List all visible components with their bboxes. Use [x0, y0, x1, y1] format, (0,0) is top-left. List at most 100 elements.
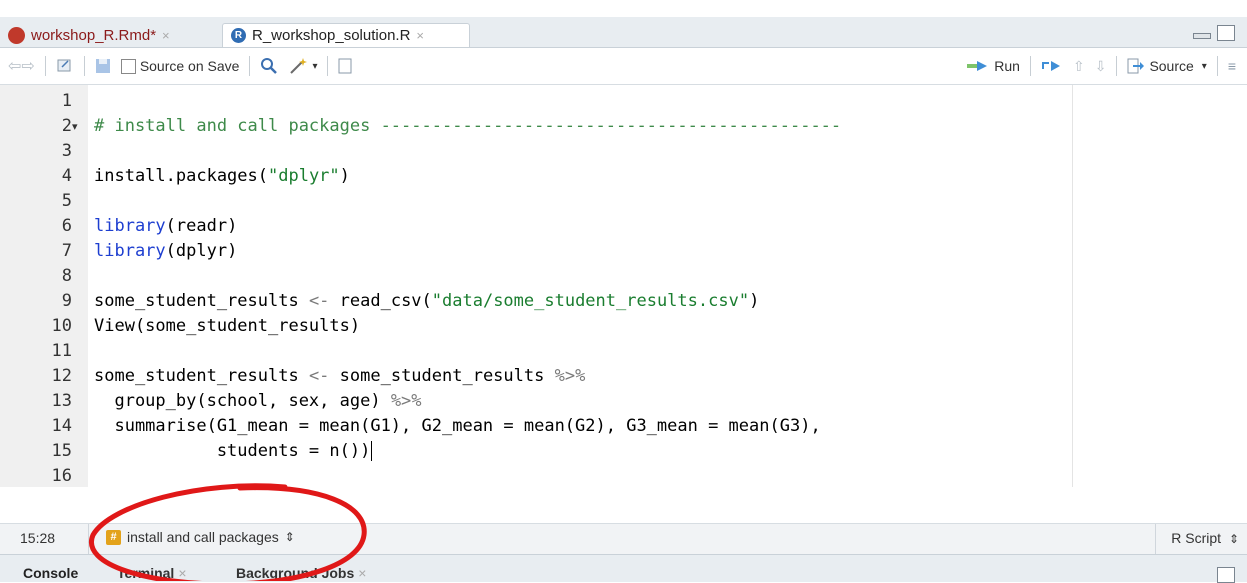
margin-line — [1072, 85, 1073, 487]
line-number: 3 — [61, 141, 72, 161]
line-number: 13 — [51, 391, 72, 411]
code-text: some_student_results — [94, 291, 309, 311]
tab-r-workshop-solution[interactable]: R R_workshop_solution.R × — [222, 23, 470, 47]
toolbar-divider — [1216, 56, 1218, 76]
code-line: library(readr) — [94, 216, 237, 236]
status-divider — [1155, 524, 1156, 554]
code-text: summarise(G1_mean = mean(G1), G2_mean = … — [94, 416, 821, 436]
close-icon[interactable]: × — [416, 28, 424, 43]
code-tools-wand-icon[interactable]: ▾ — [283, 57, 322, 75]
tab-label: workshop_R.Rmd* — [31, 26, 157, 44]
close-icon[interactable]: × — [358, 565, 366, 581]
code-string: "dplyr" — [268, 166, 340, 186]
code-text: read_csv( — [329, 291, 432, 311]
back-forward-icon[interactable]: ⇦⇨ — [0, 56, 40, 76]
line-number: 1 — [61, 91, 72, 111]
console-tab-bar: Console Terminal × Background Jobs × — [0, 554, 1247, 583]
line-number: 6 — [61, 216, 72, 236]
r-file-icon: R — [231, 28, 246, 43]
document-outline-icon[interactable]: ≡ — [1223, 58, 1241, 74]
file-type-selector[interactable]: R Script ⇕ — [1171, 530, 1239, 546]
run-label: Run — [994, 58, 1020, 74]
rmarkdown-file-icon — [8, 26, 25, 44]
close-icon[interactable]: × — [178, 565, 186, 581]
compile-report-icon[interactable] — [333, 58, 357, 74]
section-label: install and call packages — [127, 529, 279, 545]
code-text: (dplyr) — [165, 241, 238, 261]
editor-toolbar: ⇦⇨ Source on Save ▾ Run ⇧ ⇩ Source ▾ ≡ — [0, 48, 1247, 85]
tab-label: Terminal — [117, 565, 175, 581]
toolbar-divider — [249, 56, 251, 76]
section-navigator[interactable]: # install and call packages ⇕ — [106, 529, 295, 545]
chevron-down-icon[interactable]: ▾ — [312, 61, 317, 72]
toolbar-divider — [1029, 56, 1031, 76]
code-keyword: library — [94, 216, 166, 236]
code-line: summarise(G1_mean = mean(G1), G2_mean = … — [94, 416, 821, 436]
arrow-up-icon[interactable]: ⇧ — [1068, 58, 1090, 75]
source-on-save-checkbox[interactable]: Source on Save — [116, 58, 245, 74]
source-on-save-label: Source on Save — [139, 58, 240, 74]
code-string: "data/some_student_results.csv" — [431, 291, 750, 311]
code-text: some_student_results — [329, 366, 555, 386]
code-line: group_by(school, sex, age) %>% — [94, 391, 422, 411]
line-number: 16 — [51, 466, 72, 486]
code-line: library(dplyr) — [94, 241, 237, 261]
text-cursor — [371, 441, 373, 461]
rerun-icon[interactable] — [1036, 59, 1068, 73]
line-number: 5 — [61, 191, 72, 211]
code-operator: <- — [308, 366, 330, 386]
tab-background-jobs[interactable]: Background Jobs × — [236, 565, 366, 581]
toolbar-divider — [44, 56, 46, 76]
code-line: students = n()) — [94, 441, 373, 461]
code-line: # install and call packages ------------… — [94, 116, 841, 136]
code-text: (readr) — [165, 216, 238, 236]
code-text: ) — [339, 166, 350, 186]
arrow-down-icon[interactable]: ⇩ — [1090, 58, 1112, 75]
code-keyword: library — [94, 241, 166, 261]
save-icon[interactable] — [90, 58, 116, 74]
tab-workshop-rmd[interactable]: workshop_R.Rmd* × — [0, 23, 215, 47]
code-editor[interactable]: 1 2 ▾ 3 4 5 6 7 8 9 10 11 12 13 14 15 16… — [0, 85, 1247, 487]
tab-label: R_workshop_solution.R — [252, 27, 411, 44]
source-button[interactable]: Source ▾ — [1122, 58, 1211, 74]
code-operator: <- — [308, 291, 330, 311]
updown-arrow-icon: ⇕ — [284, 530, 295, 544]
code-comment: # install and call packages ------------… — [94, 116, 842, 136]
toolbar-divider — [327, 56, 329, 76]
search-icon[interactable] — [255, 57, 283, 75]
line-number: 8 — [61, 266, 72, 286]
checkbox-box[interactable] — [120, 58, 136, 74]
toolbar-divider — [83, 56, 85, 76]
code-text: some_student_results — [94, 366, 309, 386]
line-number: 14 — [51, 416, 72, 436]
line-number: 12 — [51, 366, 72, 386]
run-button[interactable]: Run — [962, 58, 1025, 74]
chevron-down-icon[interactable]: ▾ — [1202, 61, 1207, 72]
pane-window-controls — [1193, 25, 1235, 41]
fold-arrow-icon[interactable]: ▾ — [72, 120, 78, 133]
line-number: 2 — [61, 116, 72, 136]
file-type-label: R Script — [1171, 530, 1222, 546]
line-number: 10 — [51, 316, 72, 336]
code-operator: %>% — [390, 391, 422, 411]
code-operator: %>% — [554, 366, 586, 386]
code-text: install.packages( — [94, 166, 268, 186]
close-icon[interactable]: × — [162, 28, 170, 43]
minimize-pane-button[interactable] — [1193, 33, 1211, 39]
line-number: 9 — [61, 291, 72, 311]
code-text: students = n()) — [94, 441, 371, 461]
tab-label: Background Jobs — [236, 565, 355, 581]
maximize-pane-button[interactable] — [1217, 25, 1235, 41]
line-number: 11 — [51, 341, 72, 361]
code-text: View(some_student_results) — [94, 316, 361, 336]
tab-terminal[interactable]: Terminal × — [117, 565, 187, 581]
code-line: some_student_results <- some_student_res… — [94, 366, 585, 386]
line-number-gutter: 1 2 ▾ 3 4 5 6 7 8 9 10 11 12 13 14 15 16 — [0, 85, 88, 487]
line-number: 4 — [61, 166, 72, 186]
code-text: group_by(school, sex, age) — [94, 391, 391, 411]
show-in-window-icon[interactable] — [51, 58, 79, 74]
code-line: View(some_student_results) — [94, 316, 360, 336]
code-line: install.packages("dplyr") — [94, 166, 350, 186]
tab-console[interactable]: Console — [23, 565, 78, 581]
source-tab-bar: workshop_R.Rmd* × R R_workshop_solution.… — [0, 17, 1247, 48]
